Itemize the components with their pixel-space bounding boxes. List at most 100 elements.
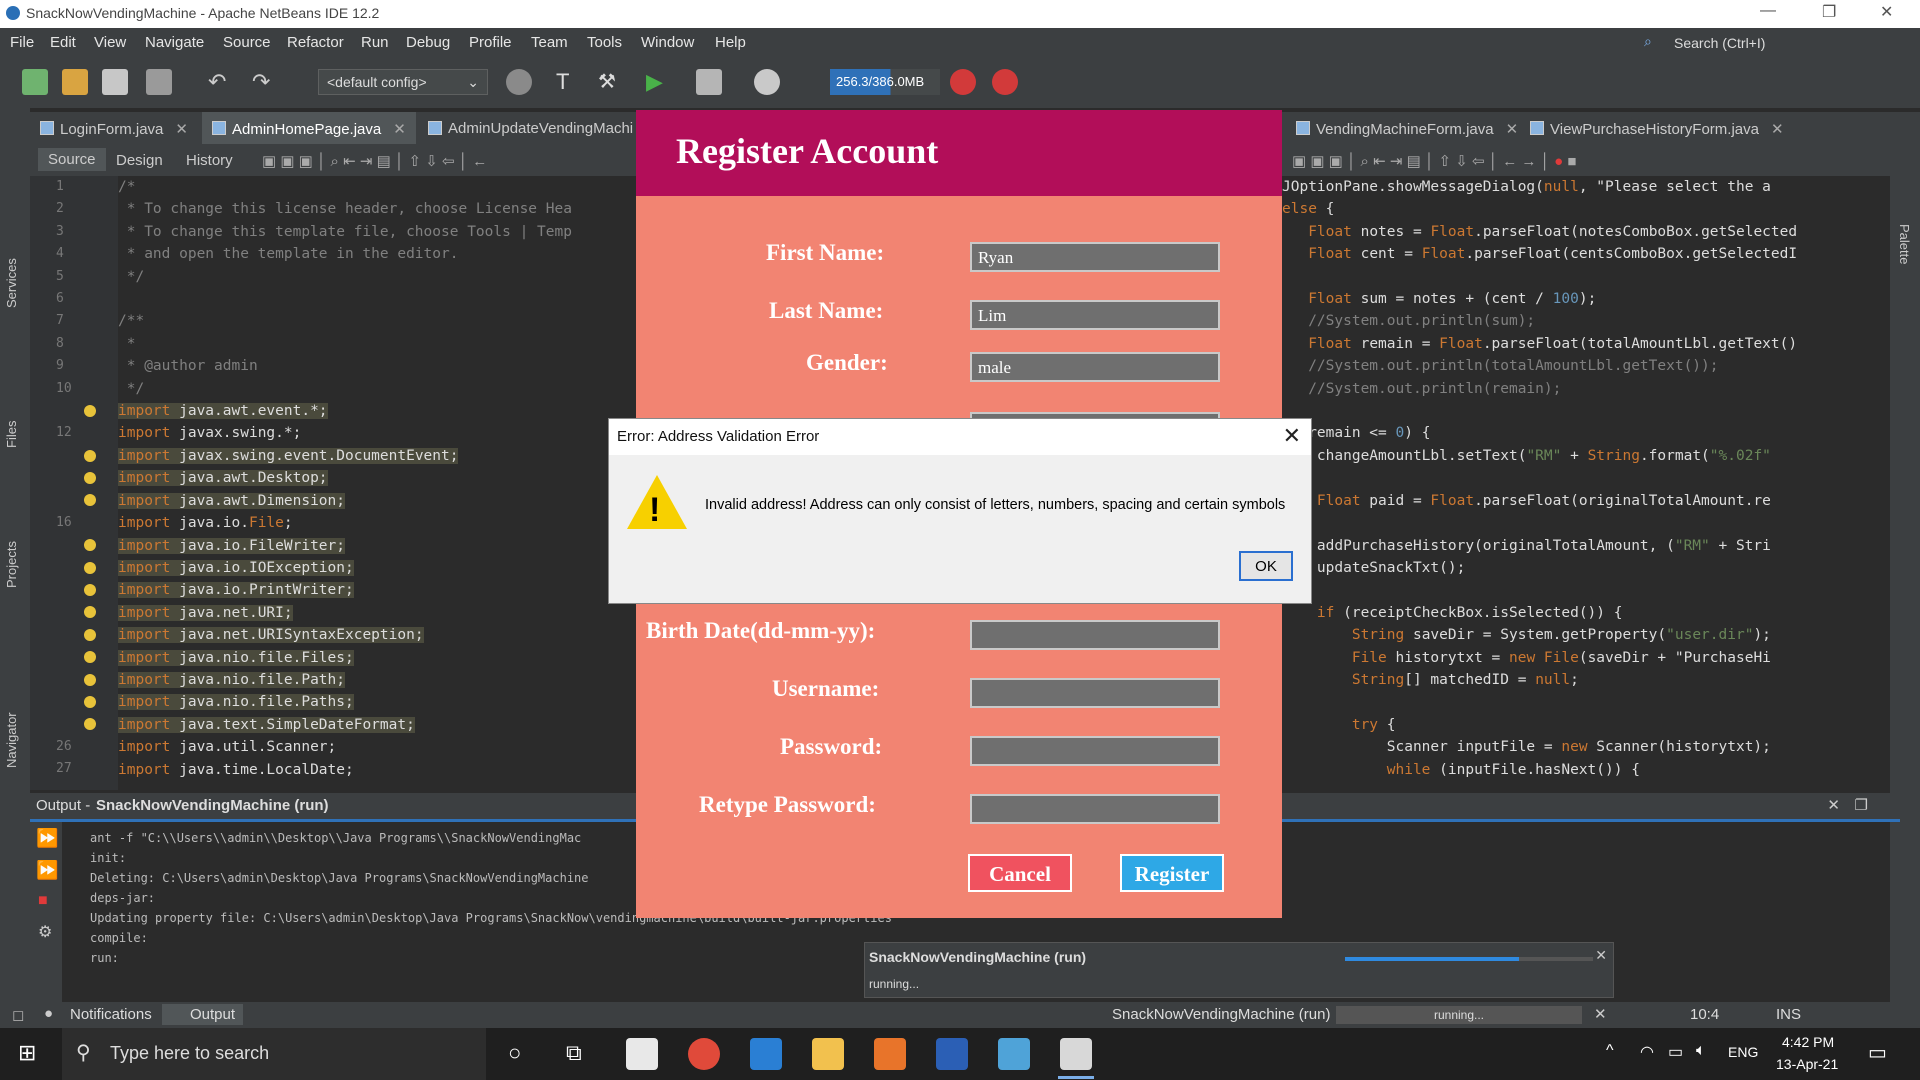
cancel-task-icon[interactable]: ✕ [1594, 1005, 1607, 1023]
output-title[interactable]: SnackNowVendingMachine (run) [96, 797, 329, 814]
chrome-icon[interactable] [688, 1038, 720, 1070]
tray-chevron-icon[interactable]: ^ [1606, 1042, 1614, 1060]
hint-bulb-icon[interactable] [84, 404, 96, 417]
maximize-output-icon[interactable]: ❐ [1855, 796, 1868, 814]
menu-run[interactable]: Run [361, 34, 389, 51]
retype-password-field[interactable] [970, 794, 1220, 824]
cancel-button[interactable]: Cancel [968, 854, 1072, 892]
hint-bulb-icon[interactable] [84, 539, 96, 552]
code-editor-right[interactable]: JOptionPane.showMessageDialog(null, "Ple… [1282, 176, 1862, 790]
taskbar-search[interactable]: ⚲ Type here to search [62, 1028, 486, 1080]
gender-field[interactable]: male [970, 352, 1220, 382]
memory-indicator[interactable]: 256.3/386.0MB [830, 69, 940, 95]
close-output-icon[interactable]: ✕ [1827, 796, 1840, 814]
dialog-close-button[interactable]: ✕ [1283, 423, 1301, 449]
hint-bulb-icon[interactable] [84, 472, 96, 485]
hint-bulb-icon[interactable] [84, 606, 96, 619]
netbeans-icon[interactable] [998, 1038, 1030, 1070]
editor-toolbar-icons-right[interactable]: ▣ ▣ ▣ │ ⌕ ⇤ ⇥ ▤ │ ⇧ ⇩ ⇦ │ ← → │ ● ■ [1292, 152, 1576, 170]
editor-toolbar-icons[interactable]: ▣ ▣ ▣ │ ⌕ ⇤ ⇥ ▤ │ ⇧ ⇩ ⇦ │ ← [262, 152, 487, 170]
battery-icon[interactable]: ▭ [1668, 1042, 1683, 1062]
clock-date[interactable]: 13-Apr-21 [1776, 1056, 1838, 1072]
tab-vendingmachineform[interactable]: VendingMachineForm.java ✕ [1286, 112, 1528, 144]
navigator-tab[interactable]: Navigator [4, 712, 19, 768]
files-tab[interactable]: Files [4, 421, 19, 448]
clean-build-icon[interactable]: ⚒ [598, 69, 624, 95]
menu-team[interactable]: Team [531, 34, 568, 51]
windows-start-icon[interactable]: ⊞ [18, 1040, 36, 1066]
debug-icon[interactable] [696, 69, 722, 95]
menu-debug[interactable]: Debug [406, 34, 450, 51]
config-select[interactable]: <default config> ⌄ [318, 69, 488, 95]
tab-adminupdatevendingmachine[interactable]: AdminUpdateVendingMachi [418, 112, 643, 144]
code-editor-left[interactable]: /* * To change this license header, choo… [118, 176, 638, 790]
close-window-button[interactable]: ✕ [1880, 2, 1893, 22]
panel-toggle-icon[interactable]: ◻ [12, 1006, 24, 1024]
menu-profile[interactable]: Profile [469, 34, 512, 51]
stop-icon[interactable]: ■ [38, 892, 48, 910]
history-mode-button[interactable]: History [186, 152, 233, 169]
hint-bulb-icon[interactable] [84, 718, 96, 731]
hint-bulb-icon[interactable] [84, 494, 96, 507]
run-icon[interactable]: ▶ [646, 69, 672, 95]
last-name-field[interactable]: Lim [970, 300, 1220, 330]
undo-icon[interactable]: ↶ [208, 69, 234, 95]
profile-icon[interactable] [754, 69, 780, 95]
close-tab-icon[interactable]: ✕ [175, 121, 188, 138]
cortana-icon[interactable]: ○ [508, 1040, 521, 1066]
hint-bulb-icon[interactable] [84, 695, 96, 708]
profiler-snapshot-icon[interactable] [992, 69, 1018, 95]
menu-navigate[interactable]: Navigate [145, 34, 204, 51]
network-icon[interactable]: ◠ [1640, 1042, 1654, 1062]
globe-icon[interactable] [506, 69, 532, 95]
redo-icon[interactable]: ↷ [252, 69, 278, 95]
output-tab[interactable]: Output [162, 1004, 244, 1025]
notification-center-icon[interactable]: ▭ [1868, 1040, 1887, 1065]
ok-button[interactable]: OK [1239, 551, 1293, 581]
hint-bulb-icon[interactable] [84, 651, 96, 664]
projects-tab[interactable]: Projects [4, 541, 19, 588]
open-project-icon[interactable] [102, 69, 128, 95]
rerun-icon[interactable]: ⏩ [36, 828, 58, 849]
hint-bulb-icon[interactable] [84, 449, 96, 462]
tab-viewpurchasehistoryform[interactable]: ViewPurchaseHistoryForm.java ✕ [1520, 112, 1794, 144]
language-indicator[interactable]: ENG [1728, 1044, 1758, 1060]
hint-bulb-icon[interactable] [84, 673, 96, 686]
file-explorer-icon[interactable] [812, 1038, 844, 1070]
menu-refactor[interactable]: Refactor [287, 34, 344, 51]
palette-tab[interactable]: Palette [1897, 224, 1912, 264]
record-icon[interactable]: ● [1554, 153, 1563, 170]
notifications-tab[interactable]: Notifications [70, 1006, 152, 1023]
volume-icon[interactable]: 🔈︎ [1696, 1042, 1706, 1060]
hint-bulb-icon[interactable] [84, 584, 96, 597]
register-button[interactable]: Register [1120, 854, 1224, 892]
store-icon[interactable] [626, 1038, 658, 1070]
hint-bulb-icon[interactable] [84, 628, 96, 641]
tab-adminhomepage[interactable]: AdminHomePage.java ✕ [202, 112, 416, 144]
menu-help[interactable]: Help [715, 34, 746, 51]
first-name-field[interactable]: Ryan [970, 242, 1220, 272]
menu-source[interactable]: Source [223, 34, 271, 51]
close-tab-icon[interactable]: ✕ [1771, 121, 1784, 138]
clock-time[interactable]: 4:42 PM [1782, 1034, 1834, 1050]
media-player-icon[interactable] [874, 1038, 906, 1070]
menu-file[interactable]: File [10, 34, 34, 51]
minimize-button[interactable]: — [1760, 2, 1776, 20]
new-project-icon[interactable] [62, 69, 88, 95]
task-view-icon[interactable]: ⧉ [566, 1040, 582, 1066]
rerun-with-params-icon[interactable]: ⏩ [36, 860, 58, 881]
new-file-icon[interactable] [22, 69, 48, 95]
hint-bulb-icon[interactable] [84, 561, 96, 574]
password-field[interactable] [970, 736, 1220, 766]
save-all-icon[interactable] [146, 69, 172, 95]
gc-icon[interactable] [950, 69, 976, 95]
mail-icon[interactable] [750, 1038, 782, 1070]
tab-loginform[interactable]: LoginForm.java ✕ [30, 112, 198, 144]
ide-search-box[interactable]: ⌕ Search (Ctrl+I) [1644, 31, 1914, 55]
word-icon[interactable] [936, 1038, 968, 1070]
services-tab[interactable]: Services [4, 258, 19, 308]
java-icon[interactable] [1060, 1038, 1092, 1070]
menu-tools[interactable]: Tools [587, 34, 622, 51]
build-hammer-icon[interactable]: T [556, 69, 582, 95]
restore-button[interactable]: ❐ [1822, 2, 1836, 22]
